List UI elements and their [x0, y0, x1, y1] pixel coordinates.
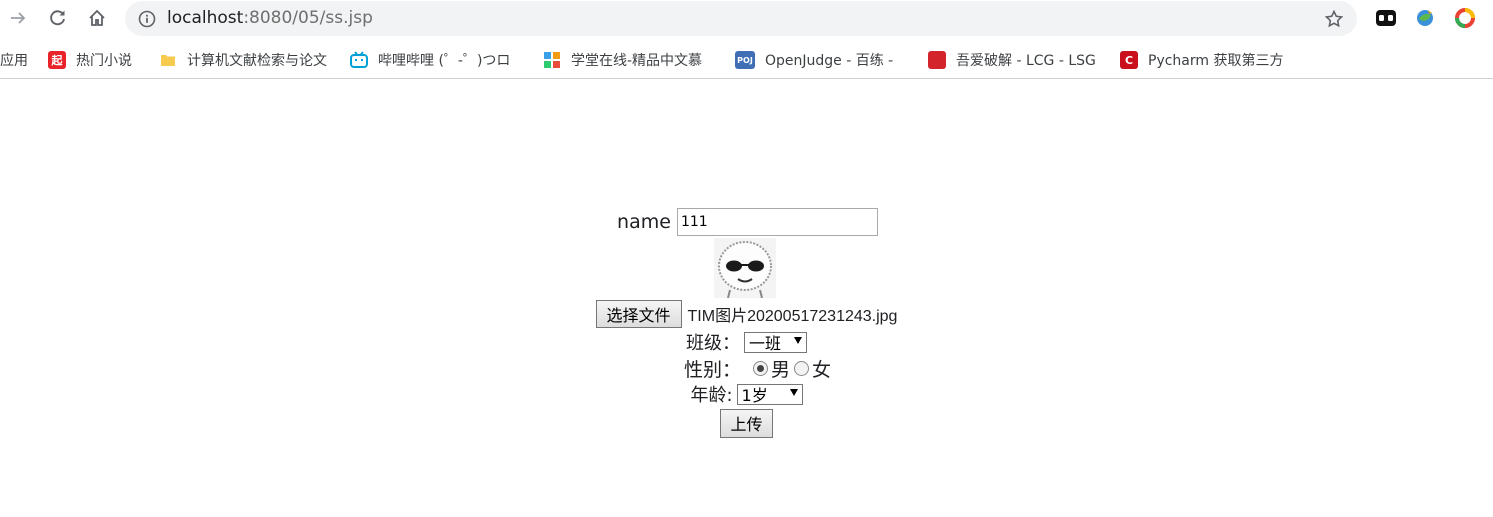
bookmark-label: 学堂在线-精品中文慕 [571, 53, 703, 69]
home-button[interactable] [85, 6, 109, 30]
info-icon[interactable] [137, 9, 157, 29]
reload-button[interactable] [46, 6, 70, 30]
url-path: :8080/05/ss.jsp [243, 8, 373, 28]
bookmark-label: 哔哩哔哩 (゜-゜)つロ [378, 53, 511, 69]
reload-icon [50, 10, 65, 26]
dropdown-arrow-icon [794, 336, 802, 344]
browser-toolbar: localhost:8080/05/ss.jsp [0, 0, 1493, 38]
name-input[interactable] [676, 208, 878, 236]
age-select-value: 1岁 [741, 386, 768, 405]
age-row: 年龄: 1岁 [0, 382, 1493, 406]
bookmark-52pojie[interactable]: 吾爱破解 - LCG - LSG [928, 49, 1098, 71]
bookmark-xuetangx[interactable]: 学堂在线-精品中文慕 [543, 49, 715, 71]
choose-file-button[interactable]: 选择文件 [595, 300, 682, 328]
folder-icon [159, 51, 177, 69]
bookmark-label: OpenJudge - 百练 - [765, 53, 894, 69]
bookmark-label: 计算机文献检索与论文 [187, 53, 327, 69]
preview-image [713, 238, 776, 299]
gender-label: 性别： [683, 358, 741, 381]
bookmark-bilibili[interactable]: 哔哩哔哩 (゜-゜)つロ [350, 49, 526, 71]
url-text: localhost:8080/05/ss.jsp [167, 7, 373, 30]
gender-row: 性别： 男 女 [0, 355, 1493, 381]
bookmarks-bar: 应用 起 热门小说 计算机文献检索与论文 哔哩哔哩 (゜-゜)つロ 学堂在线-精… [0, 41, 1493, 79]
bookmark-hot-novels[interactable]: 起 热门小说 [48, 49, 148, 71]
bookmark-star-icon[interactable] [1323, 8, 1345, 30]
name-row: name [0, 207, 1493, 237]
bookmark-label: 吾爱破解 - LCG - LSG [956, 53, 1096, 69]
class-label: 班级： [686, 333, 740, 354]
image-preview-row [0, 238, 1493, 299]
meme-face-image [713, 238, 776, 299]
bookmark-label: 应用 [0, 53, 28, 69]
url-host: localhost [167, 8, 244, 28]
name-label: name [617, 211, 671, 233]
class-select[interactable]: 一班 [744, 331, 807, 353]
gender-male-radio[interactable] [752, 360, 768, 376]
selected-file-name: TIM图片20200517231243.jpg [687, 308, 898, 325]
dropdown-arrow-icon [789, 388, 798, 396]
extension-glasses-icon[interactable] [1375, 7, 1397, 29]
age-select[interactable]: 1岁 [736, 383, 803, 405]
bookmark-label: Pycharm 获取第三方 [1148, 53, 1284, 69]
class-row: 班级： 一班 [0, 330, 1493, 354]
qidian-icon: 起 [48, 51, 66, 69]
52pojie-icon [928, 51, 946, 69]
extension-ring-icon[interactable] [1454, 7, 1476, 29]
submit-row: 上传 [0, 408, 1493, 438]
bookmark-csdn[interactable]: C Pycharm 获取第三方 [1120, 49, 1292, 71]
gender-female-radio[interactable] [794, 360, 809, 376]
bookmark-openjudge[interactable]: POJ OpenJudge - 百练 - [735, 49, 905, 71]
class-select-value: 一班 [749, 334, 782, 353]
forward-arrow-icon [11, 12, 26, 24]
bookmark-label: 热门小说 [76, 53, 132, 69]
home-icon [89, 9, 105, 26]
extension-globe-icon[interactable] [1414, 7, 1436, 29]
gender-female-label: 女 [812, 358, 832, 381]
poj-icon: POJ [735, 51, 755, 69]
age-label: 年龄: [690, 385, 733, 406]
bilibili-icon [350, 51, 368, 69]
csdn-icon: C [1120, 51, 1138, 69]
bookmark-apps[interactable]: 应用 [0, 49, 40, 71]
xuetangx-icon [543, 51, 561, 69]
address-bar[interactable]: localhost:8080/05/ss.jsp [125, 1, 1357, 36]
file-row: 选择文件 TIM图片20200517231243.jpg [0, 299, 1493, 329]
gender-male-label: 男 [770, 358, 790, 381]
bookmark-folder-literature[interactable]: 计算机文献检索与论文 [159, 49, 331, 71]
upload-submit-button[interactable]: 上传 [720, 408, 773, 438]
forward-button[interactable] [6, 6, 30, 30]
